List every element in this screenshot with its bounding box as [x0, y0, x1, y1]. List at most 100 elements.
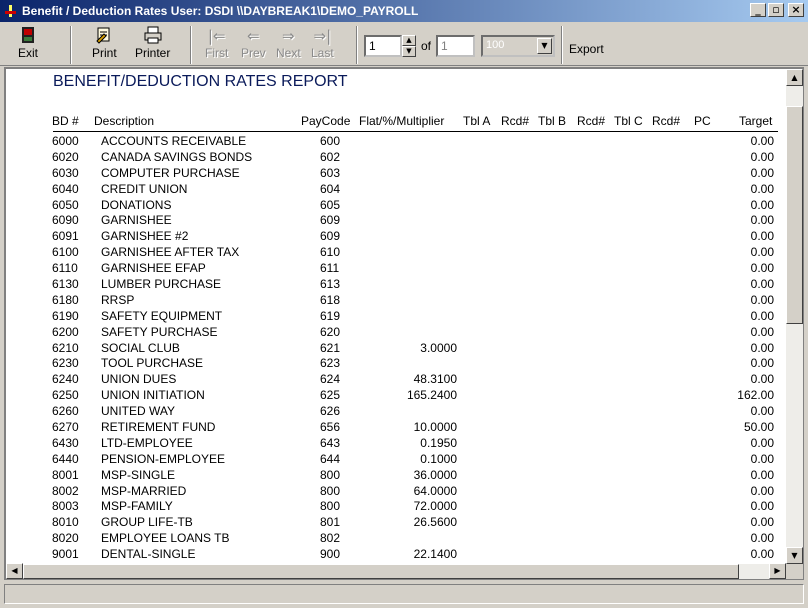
scroll-up-icon[interactable]: ▲ [786, 69, 803, 86]
status-bar [4, 584, 804, 604]
cell-paycode: 643 [320, 435, 341, 450]
cell-target: 0.00 [750, 531, 774, 546]
cell-paycode: 800 [320, 467, 341, 482]
table-row: 8003 MSP-FAMILY 800 72.0000 0.00 [6, 499, 786, 515]
prev-label: Prev [241, 46, 266, 60]
col-rcd-3: Rcd# [652, 114, 681, 128]
cell-description: GARNISHEE #2 [101, 229, 189, 244]
cell-bd: 6210 [52, 340, 79, 355]
cell-paycode: 610 [320, 245, 341, 260]
cell-bd: 6030 [52, 165, 79, 180]
col-tbl-c: Tbl C [614, 114, 643, 128]
cell-bd: 6020 [52, 149, 79, 164]
cell-description: COMPUTER PURCHASE [101, 165, 240, 180]
cell-target: 0.00 [750, 499, 774, 514]
zoom-select[interactable]: 100 ▼ [481, 35, 555, 57]
last-label: Last [311, 46, 334, 60]
cell-bd: 6430 [52, 435, 79, 450]
cell-bd: 6260 [52, 404, 79, 419]
cell-flat: 64.0000 [413, 483, 457, 498]
scroll-left-icon[interactable]: ◀ [6, 563, 23, 579]
cell-description: DONATIONS [101, 197, 172, 212]
zoom-value: 100 [486, 39, 505, 51]
cell-bd: 8010 [52, 515, 79, 530]
col-pc: PC [694, 114, 711, 128]
cell-description: CANADA SAVINGS BONDS [101, 149, 253, 164]
cell-description: GARNISHEE EFAP [101, 261, 206, 276]
next-label: Next [276, 46, 301, 60]
page-spinner[interactable]: ▲ ▼ [402, 35, 416, 57]
prev-button[interactable]: ⇐ Prev [241, 26, 266, 64]
vertical-scrollbar[interactable]: ▲ ▼ [786, 69, 803, 564]
cell-target: 0.00 [750, 134, 774, 148]
col-flat: Flat/%/Multiplier [359, 114, 445, 128]
cell-paycode: 619 [320, 308, 341, 323]
export-label: Export [569, 42, 604, 56]
cell-description: PENSION-EMPLOYEE [101, 451, 226, 466]
cell-target: 0.00 [750, 229, 774, 244]
scroll-right-icon[interactable]: ▶ [769, 563, 786, 579]
horizontal-scroll-thumb[interactable] [23, 564, 739, 579]
printer-icon [143, 26, 163, 46]
scroll-down-icon[interactable]: ▼ [786, 547, 803, 564]
report-page: BENEFIT/DEDUCTION RATES REPORT BD # Desc… [6, 69, 786, 564]
cell-bd: 8020 [52, 531, 79, 546]
last-button[interactable]: ⇒| Last [311, 26, 334, 64]
app-icon [4, 4, 18, 18]
col-tbl-a: Tbl A [463, 114, 491, 128]
maximize-button[interactable]: ▫ [768, 3, 784, 17]
table-row: 8010 GROUP LIFE-TB 801 26.5600 0.00 [6, 515, 786, 531]
cell-paycode: 603 [320, 165, 341, 180]
cell-paycode: 600 [320, 134, 341, 148]
cell-bd: 6110 [52, 261, 78, 276]
cell-target: 0.00 [750, 292, 774, 307]
cell-description: GARNISHEE [101, 213, 172, 228]
cell-flat: 48.3100 [413, 372, 457, 387]
cell-target: 0.00 [750, 245, 774, 260]
window-controls: _ ▫ × [750, 3, 804, 17]
print-button[interactable]: Print [92, 26, 117, 64]
cell-target: 0.00 [750, 165, 774, 180]
cell-bd: 6200 [52, 324, 79, 339]
print-preview-icon [95, 26, 113, 46]
spin-down-icon[interactable]: ▼ [402, 46, 416, 57]
print-label: Print [92, 46, 117, 60]
col-bd: BD # [52, 114, 79, 128]
cell-paycode: 609 [320, 229, 341, 244]
cell-paycode: 801 [320, 515, 341, 530]
chevron-down-icon[interactable]: ▼ [537, 38, 552, 54]
cell-bd: 8003 [52, 499, 79, 514]
cell-paycode: 644 [320, 451, 341, 466]
spin-up-icon[interactable]: ▲ [402, 35, 416, 46]
cell-target: 0.00 [750, 483, 774, 498]
next-button[interactable]: ⇒ Next [276, 26, 301, 64]
cell-description: RRSP [101, 292, 135, 307]
minimize-button[interactable]: _ [750, 3, 766, 17]
cell-description: GARNISHEE AFTER TAX [101, 245, 240, 260]
of-label: of [421, 39, 432, 53]
cell-paycode: 613 [320, 277, 341, 292]
first-button[interactable]: |⇐ First [205, 26, 228, 64]
cell-bd: 6270 [52, 420, 79, 435]
cell-description: MSP-FAMILY [101, 499, 173, 514]
cell-description: LTD-EMPLOYEE [101, 435, 193, 450]
cell-description: RETIREMENT FUND [101, 420, 216, 435]
table-row: 6240 UNION DUES 624 48.3100 0.00 [6, 372, 786, 388]
cell-flat: 10.0000 [413, 420, 457, 435]
vertical-scroll-thumb[interactable] [786, 106, 803, 324]
printer-button[interactable]: Printer [135, 26, 170, 64]
exit-button[interactable]: Exit [18, 26, 38, 64]
cell-description: TOOL PURCHASE [101, 356, 204, 371]
toolbar-separator [561, 26, 563, 64]
cell-flat: 165.2400 [406, 388, 457, 403]
close-button[interactable]: × [788, 3, 804, 17]
cell-description: SOCIAL CLUB [101, 340, 180, 355]
cell-bd: 6000 [52, 134, 79, 148]
cell-description: CREDIT UNION [101, 181, 188, 196]
page-number-input[interactable]: 1 [364, 35, 402, 57]
horizontal-scrollbar[interactable]: ◀ ▶ [6, 563, 786, 579]
cell-target: 0.00 [750, 356, 774, 371]
first-page-icon: |⇐ [207, 27, 226, 45]
cell-paycode: 900 [320, 547, 341, 562]
cell-bd: 6180 [52, 292, 79, 307]
